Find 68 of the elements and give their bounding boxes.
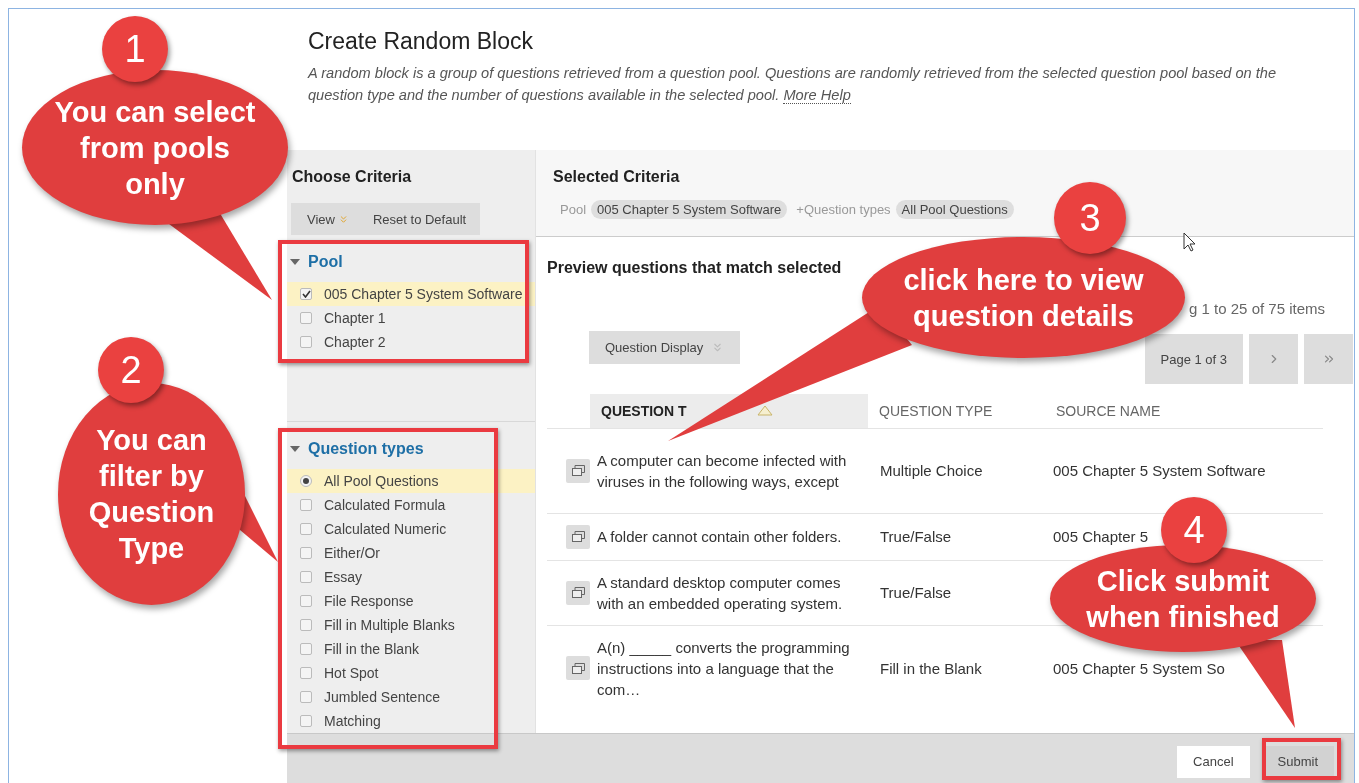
table-cell: A folder cannot contain other folders. — [590, 513, 868, 560]
checkbox[interactable] — [300, 336, 312, 349]
option-label[interactable]: Fill in the Blank — [324, 641, 419, 657]
copy-icon — [571, 531, 585, 542]
checkbox[interactable] — [300, 523, 312, 535]
view-details-button[interactable] — [566, 580, 590, 605]
option-label[interactable]: Fill in Multiple Blanks — [324, 617, 455, 633]
option-label[interactable]: Essay — [324, 569, 363, 585]
checkbox[interactable] — [300, 499, 312, 511]
filter-chip: All Pool Questions — [895, 200, 1014, 219]
copy-icon — [571, 662, 585, 674]
page-description: A random block is a group of questions retrieved from a question pool. Questions are randomly retrieved from the selected question pool based on the question type and the number of questions available in the selected pool. More Help — [308, 64, 1278, 106]
copy-icon — [571, 465, 585, 476]
filter-chip: 005 Chapter 5 System Software — [591, 200, 788, 219]
section-heading[interactable]: Pool — [308, 253, 343, 272]
table-cell: Fill in the Blank — [868, 625, 1045, 711]
filter-label: Pool — [560, 202, 587, 217]
view-details-button[interactable] — [566, 458, 590, 483]
sort-triangle-icon — [756, 404, 773, 416]
checkbox[interactable] — [300, 691, 312, 703]
option-label[interactable]: Either/Or — [324, 545, 380, 561]
checkbox[interactable] — [300, 288, 312, 301]
radio-button[interactable] — [300, 475, 312, 487]
help-link[interactable]: More Help — [783, 87, 851, 104]
page-title: Create Random Block — [308, 27, 534, 56]
option-label[interactable]: Matching — [324, 713, 381, 729]
checkbox[interactable] — [300, 312, 312, 325]
option-label[interactable]: File Response — [324, 593, 414, 609]
view-menu-button[interactable]: View — [291, 203, 357, 236]
copy-icon — [571, 587, 585, 598]
panel-heading: Choose Criteria — [291, 167, 413, 187]
view-details-button[interactable] — [566, 656, 590, 680]
expand-triangle-icon[interactable] — [290, 259, 300, 266]
table-cell: A standard desktop computer comes with an embedded operating system. — [590, 560, 868, 625]
table-cell: True/False — [868, 513, 1045, 560]
item-count: g 1 to 25 of 75 items — [1189, 300, 1325, 317]
last-page-button[interactable] — [1304, 334, 1353, 384]
reset-button[interactable]: Reset to Default — [356, 203, 475, 236]
next-page-button[interactable] — [1249, 334, 1298, 384]
checkbox[interactable] — [300, 595, 312, 607]
callout-bubble: You can filter by Question Type — [58, 383, 245, 605]
expand-triangle-icon[interactable] — [290, 446, 300, 452]
checkbox[interactable] — [300, 571, 312, 583]
step-number-badge: 4 — [1161, 497, 1227, 563]
checkbox[interactable] — [300, 547, 312, 559]
option-label[interactable]: Calculated Numeric — [324, 521, 447, 537]
table-cell: True/False — [868, 560, 1045, 625]
question-display-button[interactable]: Question Display — [589, 331, 741, 364]
column-header[interactable]: QUESTION TYPE — [868, 394, 1045, 428]
option-label[interactable]: Calculated Formula — [324, 497, 446, 513]
option-label[interactable]: Hot Spot — [324, 665, 379, 681]
section-heading[interactable]: Question types — [308, 440, 424, 458]
checkbox[interactable] — [300, 667, 312, 679]
view-details-button[interactable] — [566, 524, 590, 549]
column-header[interactable]: SOURCE NAME — [1045, 394, 1323, 428]
cancel-button[interactable]: Cancel — [1177, 745, 1250, 778]
checkbox[interactable] — [300, 715, 312, 727]
step-number-badge: 2 — [98, 337, 164, 403]
step-number-badge: 1 — [102, 16, 168, 82]
panel-heading: Selected Criteria — [552, 167, 681, 187]
option-label[interactable]: Chapter 1 — [324, 310, 386, 327]
option-label[interactable]: Jumbled Sentence — [324, 689, 440, 705]
checkbox[interactable] — [300, 619, 312, 631]
checkbox[interactable] — [300, 643, 312, 655]
filter-label: +Question types — [796, 202, 891, 217]
table-cell: Multiple Choice — [868, 428, 1045, 513]
table-cell: A(n) _____ converts the programming instructions into a language that the com… — [590, 625, 868, 711]
option-label[interactable]: Chapter 2 — [324, 334, 386, 351]
